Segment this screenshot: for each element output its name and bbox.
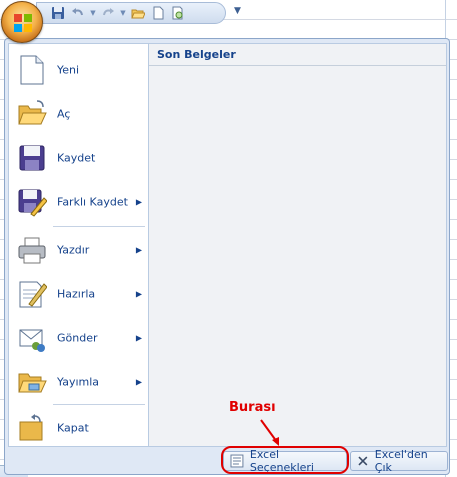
open-folder-icon[interactable] (129, 4, 147, 22)
menu-item-label: Aç (57, 107, 71, 121)
save-icon[interactable] (49, 4, 67, 22)
close-icon (358, 456, 368, 466)
print-preview-icon[interactable] (169, 4, 187, 22)
recent-documents-title: Son Belgeler (149, 44, 446, 66)
menu-item-label: Yeni (57, 63, 80, 77)
menu-item-new[interactable]: Yeni (9, 48, 148, 92)
open-folder-icon (18, 100, 47, 125)
menu-item-save[interactable]: Kaydet (9, 136, 148, 180)
office-logo-icon (14, 14, 32, 32)
new-document-icon[interactable] (149, 4, 167, 22)
submenu-arrow-icon: ▶ (135, 377, 142, 387)
office-menu: Yeni Aç Kaydet Farklı Kaydet ▶ Yazdır ▶ … (4, 38, 450, 475)
save-as-icon (18, 189, 47, 217)
submenu-arrow-icon: ▶ (135, 245, 142, 255)
annotation-highlight-ring (221, 446, 349, 474)
submenu-arrow-icon: ▶ (135, 289, 142, 299)
recent-documents-pane: Son Belgeler (149, 43, 447, 447)
menu-item-label: Kapat (57, 421, 89, 435)
annotation-label: Burası (229, 400, 276, 415)
exit-excel-label: Excel'den Çık (374, 448, 428, 474)
exit-excel-button[interactable]: Excel'den Çık (350, 448, 448, 474)
menu-item-print[interactable]: Yazdır ▶ (9, 228, 148, 272)
redo-dropdown-icon[interactable]: ▼ (119, 9, 127, 17)
quick-access-toolbar: ▼ ▼ (36, 2, 226, 24)
prepare-icon (19, 281, 47, 308)
office-button[interactable] (1, 1, 43, 43)
close-folder-icon (19, 414, 43, 441)
menu-item-publish[interactable]: Yayımla ▶ (9, 360, 148, 404)
annotation-arrow-icon (260, 419, 279, 446)
menu-item-label: Yayımla (57, 375, 100, 389)
submenu-arrow-icon: ▶ (135, 197, 142, 207)
publish-icon (18, 373, 47, 393)
undo-icon[interactable] (69, 4, 87, 22)
save-icon (19, 145, 45, 171)
menu-separator (53, 404, 145, 405)
menu-item-label: Yazdır (57, 243, 90, 257)
redo-icon[interactable] (99, 4, 117, 22)
menu-item-send[interactable]: Gönder ▶ (9, 316, 148, 360)
submenu-arrow-icon: ▶ (135, 333, 142, 343)
menu-item-save-as[interactable]: Farklı Kaydet ▶ (9, 180, 148, 224)
menu-item-label: Hazırla (57, 287, 96, 301)
menu-item-label: Kaydet (57, 151, 96, 165)
menu-item-close[interactable]: Kapat (9, 406, 148, 450)
menu-item-open[interactable]: Aç (9, 92, 148, 136)
undo-dropdown-icon[interactable]: ▼ (89, 9, 97, 17)
printer-icon (18, 237, 46, 264)
customize-toolbar-icon[interactable]: ▼ (234, 6, 241, 16)
menu-item-label: Farklı Kaydet (57, 195, 128, 209)
menu-commands-pane: Yeni Aç Kaydet Farklı Kaydet ▶ Yazdır ▶ … (8, 43, 149, 447)
menu-item-label: Gönder (57, 331, 98, 345)
menu-separator (53, 226, 145, 227)
send-icon (19, 329, 45, 352)
new-document-icon (20, 55, 44, 85)
menu-item-prepare[interactable]: Hazırla ▶ (9, 272, 148, 316)
